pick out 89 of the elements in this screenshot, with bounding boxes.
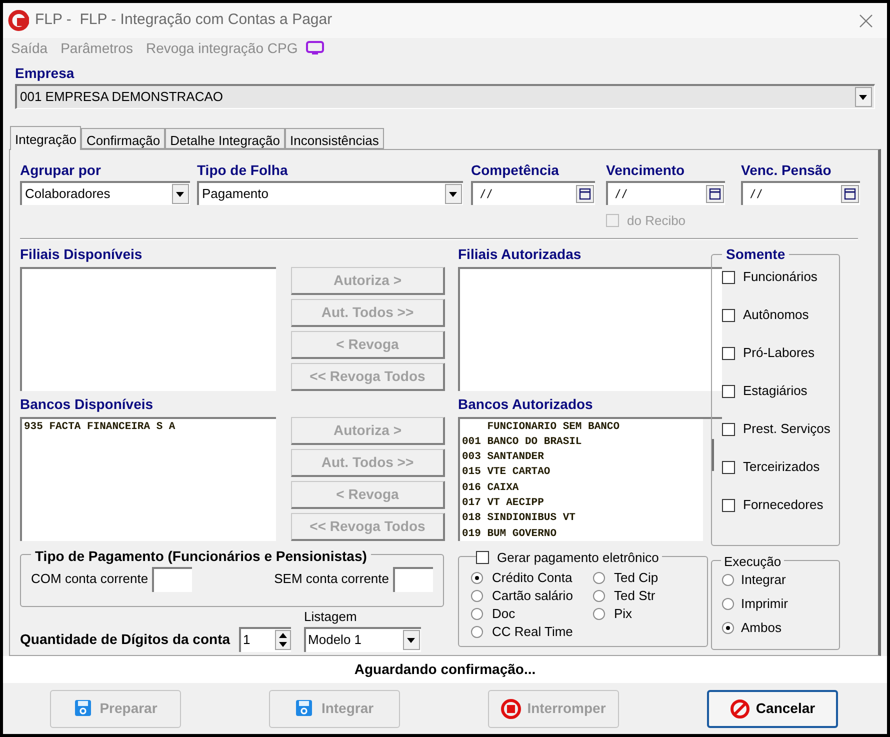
company-combo[interactable]: 001 EMPRESA DEMONSTRACAO xyxy=(15,84,875,109)
dropdown-field[interactable]: Pagamento xyxy=(197,181,463,205)
radio-label: Integrar xyxy=(741,570,786,589)
checkbox-label: Estagiários xyxy=(743,382,808,400)
list-item[interactable]: 001 BANCO DO BRASIL xyxy=(462,434,703,450)
date-field[interactable]: / / xyxy=(471,181,595,205)
list-box[interactable]: FUNCIONARIO SEM BANCO 001 BANCO DO BRASIL 003 SANTANDER 015 VTE CARTAO 016 CAIXA 017 VT AECIPP 018 SINDIONIBUS VT 019 BUM GOVERNO xyxy=(458,416,722,540)
tab[interactable]: Integração xyxy=(10,126,82,150)
spinner-arrows-icon xyxy=(275,630,292,650)
checkbox[interactable] xyxy=(722,498,735,512)
close-icon xyxy=(859,14,873,28)
checkbox[interactable] xyxy=(476,550,489,564)
checkbox-label: Terceirizados xyxy=(743,458,820,476)
radio-button[interactable] xyxy=(471,572,483,584)
dropdown-field[interactable]: Colaboradores xyxy=(20,181,190,205)
radio-label: Doc xyxy=(492,604,516,623)
list-item[interactable]: 018 SINDIONIBUS VT xyxy=(462,511,703,527)
list-box[interactable] xyxy=(20,266,276,390)
monitor-icon xyxy=(304,40,325,56)
list-item[interactable]: 017 VT AECIPP xyxy=(462,496,703,512)
list-box[interactable]: 935 FACTA FINANCEIRA S A xyxy=(20,416,276,540)
field-label: Bancos Disponíveis xyxy=(20,396,154,412)
status-text: Aguardando confirmação... xyxy=(354,660,536,679)
field-label: Filiais Autorizadas xyxy=(458,246,582,262)
tab[interactable]: Confirmação xyxy=(81,128,166,149)
date-field[interactable]: / / xyxy=(741,181,860,205)
stop-icon xyxy=(501,698,522,718)
radio-button[interactable] xyxy=(722,622,734,634)
tab[interactable]: Detalhe Integração xyxy=(165,128,285,149)
radio-label: Imprimir xyxy=(741,594,788,613)
input-field[interactable] xyxy=(393,566,433,592)
field-label: Filiais Disponíveis xyxy=(20,246,144,262)
radio-button[interactable] xyxy=(593,608,605,620)
list-item[interactable]: 003 SANTANDER xyxy=(462,450,703,466)
checkbox-label: Funcionários xyxy=(743,268,818,286)
checkbox-label: do Recibo xyxy=(627,212,686,230)
radio-button[interactable] xyxy=(722,598,734,610)
app-logo-icon xyxy=(7,10,29,32)
radio-label: Ambos xyxy=(741,618,782,637)
radio-label: Cartão salário xyxy=(492,586,573,605)
checkbox-label: Fornecedores xyxy=(743,496,824,514)
radio-button[interactable] xyxy=(471,590,483,602)
radio-label: Ted Str xyxy=(614,586,656,605)
calendar-icon xyxy=(706,185,724,203)
radio-label: Crédito Conta xyxy=(492,568,572,587)
checkbox[interactable] xyxy=(722,422,735,436)
list-item[interactable]: 019 BUM GOVERNO xyxy=(462,526,703,540)
field-label: Quantidade de Dígitos da conta xyxy=(20,630,230,649)
radio-label: Pix xyxy=(614,604,632,623)
radio-label: CC Real Time xyxy=(492,622,573,641)
list-box[interactable] xyxy=(458,266,722,390)
list-item[interactable]: FUNCIONARIO SEM BANCO xyxy=(462,420,703,435)
field-label: Listagem xyxy=(304,608,358,624)
dropdown-field[interactable]: Modelo 1 xyxy=(304,626,422,652)
field-label: SEM conta corrente xyxy=(274,570,389,588)
field-label: Tipo de Folha xyxy=(197,162,289,178)
calendar-icon xyxy=(841,185,859,203)
spinner-field[interactable]: 1 xyxy=(239,626,292,652)
radio-button[interactable] xyxy=(471,626,483,638)
input-field[interactable] xyxy=(152,566,192,592)
field-label: Venc. Pensão xyxy=(741,162,832,178)
checkbox[interactable] xyxy=(722,384,735,398)
date-field[interactable]: / / xyxy=(606,181,725,205)
cancel-icon xyxy=(730,698,750,718)
checkbox[interactable] xyxy=(722,346,735,360)
radio-label: Ted Cip xyxy=(614,568,658,587)
action-button[interactable]: Cancelar xyxy=(707,690,838,728)
list-item[interactable]: 016 CAIXA xyxy=(462,480,703,496)
radio-button[interactable] xyxy=(593,590,605,602)
list-item[interactable]: 015 VTE CARTAO xyxy=(462,465,703,481)
checkbox-label: Pró-Labores xyxy=(743,344,815,362)
radio-button[interactable] xyxy=(593,572,605,584)
field-label: Vencimento xyxy=(606,162,686,178)
checkbox[interactable] xyxy=(722,460,735,474)
checkbox-label: Prest. Serviços xyxy=(743,420,830,438)
field-label: Competência xyxy=(471,162,560,178)
field-label: Empresa xyxy=(15,65,76,81)
radio-button[interactable] xyxy=(722,574,734,586)
checkbox[interactable] xyxy=(722,270,735,284)
tab[interactable]: Inconsistências xyxy=(285,128,384,149)
checkbox[interactable] xyxy=(722,308,735,322)
list-item[interactable]: 935 FACTA FINANCEIRA S A xyxy=(24,420,276,435)
field-label: Bancos Autorizados xyxy=(458,396,594,412)
field-label: COM conta corrente xyxy=(31,570,148,588)
window-title: FLP - FLP - Integração com Contas a Pagar xyxy=(35,10,332,30)
field-label: Agrupar por xyxy=(20,162,102,178)
calendar-icon xyxy=(576,185,594,203)
checkbox-label: Autônomos xyxy=(743,306,809,324)
radio-button[interactable] xyxy=(471,608,483,620)
